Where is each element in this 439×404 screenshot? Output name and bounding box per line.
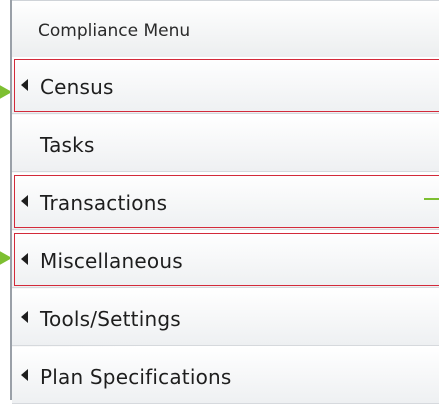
menu-item-label: Tasks [40, 133, 95, 157]
menu-item-label: Miscellaneous [40, 249, 183, 273]
menu-item-tools-settings[interactable]: Tools/Settings [12, 289, 439, 346]
expand-arrow-icon [21, 369, 28, 381]
menu-title: Compliance Menu [38, 21, 191, 41]
menu-item-label: Transactions [40, 191, 168, 215]
menu-item-plan-specifications[interactable]: Plan Specifications [12, 347, 439, 404]
menu-item-label: Plan Specifications [40, 365, 232, 389]
expand-arrow-icon [21, 195, 28, 207]
expand-arrow-icon [21, 79, 28, 91]
menu-item-transactions[interactable]: Transactions [12, 173, 439, 230]
menu-item-census[interactable]: Census [12, 57, 439, 114]
menu-item-label: Tools/Settings [40, 307, 181, 331]
expand-arrow-icon [21, 253, 28, 265]
menu-item-miscellaneous[interactable]: Miscellaneous [12, 231, 439, 288]
callout-line-transactions [424, 198, 439, 200]
compliance-menu: Compliance Menu Census Tasks Transaction… [10, 0, 439, 404]
menu-header: Compliance Menu [12, 0, 439, 58]
menu-item-label: Census [40, 75, 114, 99]
menu-item-tasks[interactable]: Tasks [12, 115, 439, 172]
expand-arrow-icon [21, 311, 28, 323]
